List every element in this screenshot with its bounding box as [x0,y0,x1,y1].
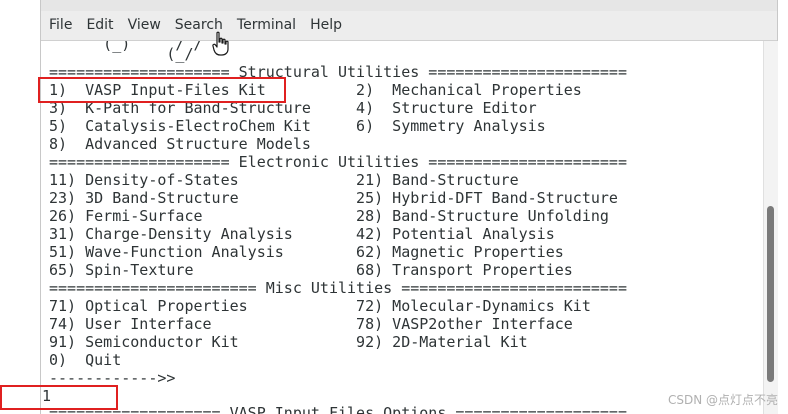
menu-terminal[interactable]: Terminal [231,11,302,40]
section-header-vasp-input: =================== VASP Input Files Opt… [49,404,627,414]
menu-option-line: 26) Fermi-Surface 28) Band-Structure Unf… [49,207,609,225]
menu-option-line: 65) Spin-Texture 68) Transport Propertie… [49,261,573,279]
annotation-box-vasp-input-kit [38,77,286,103]
ascii-art-line: (_/ [49,45,194,63]
menu-option-line: 5) Catalysis-ElectroChem Kit 6) Symmetry… [49,117,546,135]
desktop-background [0,0,40,414]
scrollbar-thumb[interactable] [767,206,774,382]
terminal-scrollbar[interactable] [763,41,778,414]
annotation-box-user-input [0,385,118,410]
menu-option-line: 51) Wave-Function Analysis 62) Magnetic … [49,243,564,261]
section-header-electronic: ==================== Electronic Utilitie… [49,153,627,171]
menu-help[interactable]: Help [304,11,348,40]
menu-bar: File Edit View Search Terminal Help [41,11,777,41]
menu-edit[interactable]: Edit [80,11,119,40]
menu-option-line: 74) User Interface 78) VASP2other Interf… [49,315,573,333]
menu-option-line: 91) Semiconductor Kit 92) 2D-Material Ki… [49,333,528,351]
menu-view[interactable]: View [122,11,167,40]
hand-pointer-icon [212,31,229,56]
menu-option-line: 31) Charge-Density Analysis 42) Potentia… [49,225,555,243]
menu-option-line: 0) Quit [49,351,122,369]
menu-option-line: 8) Advanced Structure Models [49,135,311,153]
section-header-misc: ======================= Misc Utilities =… [49,279,627,297]
menu-option-line: 11) Density-of-States 21) Band-Structure [49,171,519,189]
menu-file[interactable]: File [43,11,78,40]
terminal-window: File Edit View Search Terminal Help (_) … [40,0,778,414]
menu-option-line: 23) 3D Band-Structure 25) Hybrid-DFT Ban… [49,189,618,207]
menu-option-line: 71) Optical Properties 72) Molecular-Dyn… [49,297,591,315]
watermark-text: CSDN @点灯点不亮 [667,393,778,407]
